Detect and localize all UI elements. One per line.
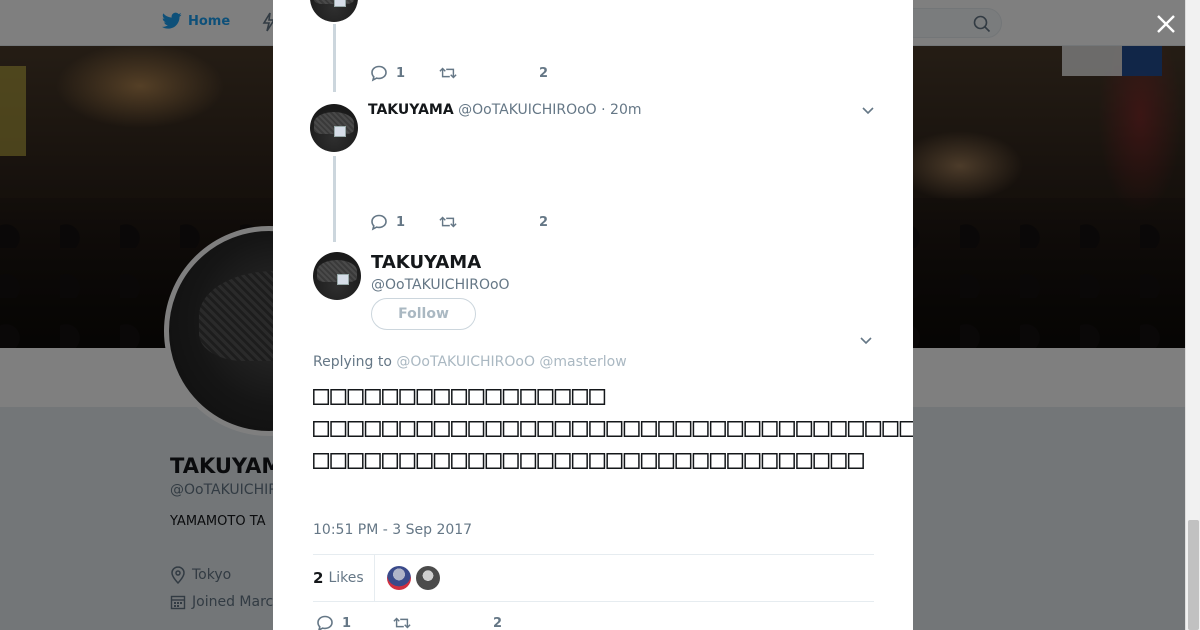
like-count: 2 — [493, 615, 503, 630]
tweet-modal: 1 2 TAKUYAMA @OoTAKUICHIROoO · 20m 1 2 T… — [273, 0, 913, 630]
like-button[interactable]: 2 — [539, 215, 548, 230]
reply-icon — [371, 214, 387, 231]
liker-avatar[interactable] — [386, 566, 411, 590]
replying-to: Replying to @OoTAKUICHIROoO @masterlow — [313, 354, 627, 370]
chevron-down-icon[interactable] — [858, 332, 874, 348]
thread-line — [333, 24, 336, 92]
tweet-author-name[interactable]: TAKUYAMA — [368, 102, 454, 118]
reply-count: 1 — [396, 214, 406, 230]
avatar[interactable] — [310, 0, 358, 22]
replying-to-label: Replying to — [313, 354, 392, 370]
reply-count: 1 — [342, 615, 352, 630]
tweet-text-line: □□□□□□□□□□□□□□□□□□□□□□□□□□□□□□□□□□□□□□□□… — [313, 412, 913, 443]
retweet-icon — [439, 67, 457, 79]
likes-count: 2 — [313, 569, 324, 587]
reply-button[interactable]: 1 — [370, 213, 405, 231]
like-count: 2 — [539, 65, 549, 81]
thread-line — [333, 156, 336, 242]
reply-icon — [317, 615, 333, 630]
tweet-text-line: □□□□□□□□□□□□□□□□□□□□□□□□□□□□□□□□ — [313, 444, 866, 475]
follow-button[interactable]: Follow — [371, 298, 476, 330]
tweet-author-handle[interactable]: @OoTAKUICHIROoO — [458, 102, 597, 118]
main-tweet-text: □□□□□□□□□□□□□□□□□ □□□□□□□□□□□□□□□□□□□□□□… — [313, 380, 913, 476]
avatar[interactable] — [313, 252, 361, 300]
reply-count: 1 — [396, 65, 406, 81]
reply-button[interactable]: 1 — [316, 614, 351, 630]
tweet-timestamp[interactable]: 10:51 PM - 3 Sep 2017 — [313, 522, 472, 538]
liker-avatar[interactable] — [415, 566, 440, 590]
chevron-down-icon[interactable] — [860, 102, 876, 118]
close-icon[interactable] — [1154, 12, 1178, 36]
replying-to-link[interactable]: @OoTAKUICHIROoO — [396, 354, 535, 370]
page-scrollbar[interactable] — [1185, 0, 1200, 630]
like-button[interactable]: 2 — [493, 616, 502, 630]
tweet-text-line: □□□□□□□□□□□□□□□□□ — [313, 380, 607, 411]
retweet-icon — [393, 617, 411, 629]
replying-to-link[interactable]: @masterlow — [539, 354, 626, 370]
likes-label: Likes — [328, 570, 364, 586]
tweet-actions: 1 2 — [370, 213, 548, 231]
tweet-actions: 1 2 — [316, 614, 502, 630]
reply-button[interactable]: 1 — [370, 64, 405, 82]
tweet-stats: 2 Likes — [313, 554, 874, 602]
tweet-time[interactable]: · 20m — [601, 102, 641, 118]
main-tweet-author-handle[interactable]: @OoTAKUICHIROoO — [371, 277, 510, 293]
reply-icon — [371, 65, 387, 82]
likes-stat[interactable]: 2 Likes — [313, 555, 375, 601]
main-tweet-author-name[interactable]: TAKUYAMA — [371, 252, 481, 273]
retweet-button[interactable] — [439, 213, 457, 231]
retweet-button[interactable] — [439, 64, 457, 82]
like-button[interactable]: 2 — [539, 66, 548, 81]
likers-list — [386, 566, 440, 590]
scrollbar-thumb[interactable] — [1188, 520, 1199, 630]
like-count: 2 — [539, 214, 549, 230]
avatar[interactable] — [310, 104, 358, 152]
retweet-button[interactable] — [393, 614, 411, 630]
retweet-icon — [439, 216, 457, 228]
tweet-header: TAKUYAMA @OoTAKUICHIROoO · 20m — [368, 102, 642, 118]
tweet-actions: 1 2 — [370, 64, 548, 82]
